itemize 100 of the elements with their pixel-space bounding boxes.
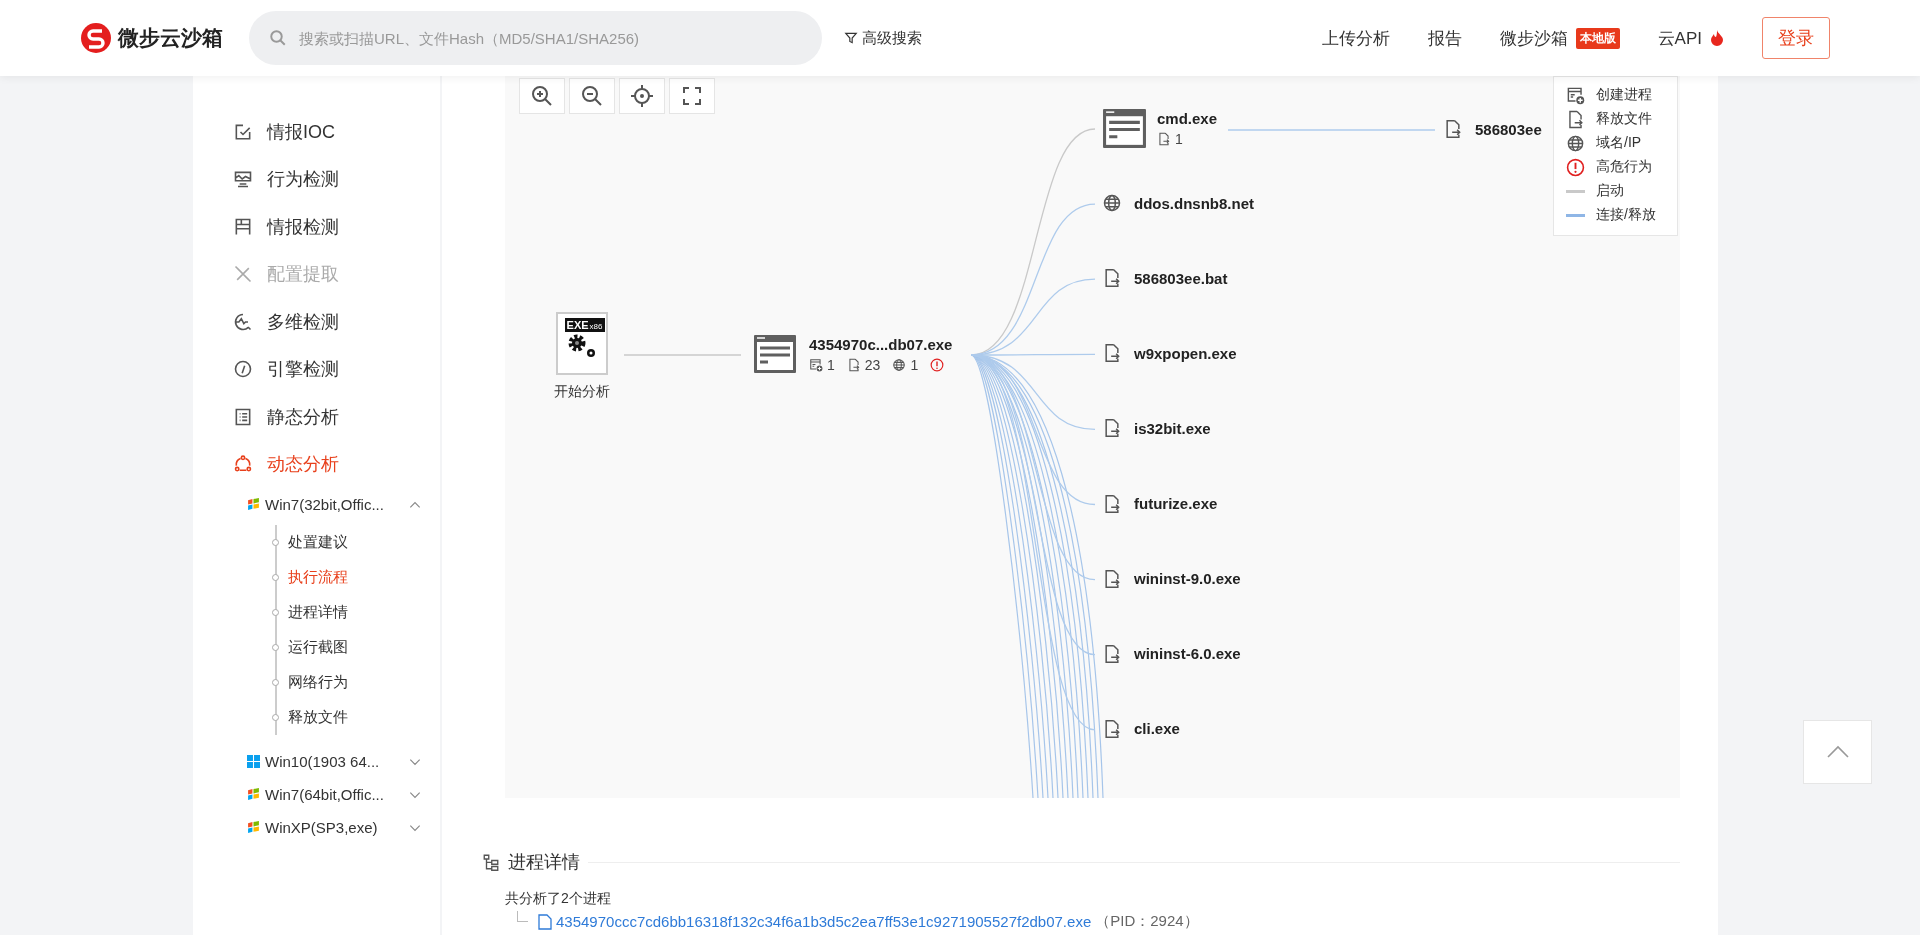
environment-label[interactable]: Win7(64bit,Offic... <box>265 786 403 803</box>
sidebar-item[interactable]: 动态分析 <box>193 440 440 488</box>
search-field[interactable]: 搜索或扫描URL、文件Hash（MD5/SHA1/SHA256) <box>249 11 822 65</box>
node-label[interactable]: cli.exe <box>1134 720 1180 738</box>
node-label[interactable]: 586803ee.bat <box>1134 269 1228 287</box>
window-icon[interactable] <box>1102 108 1147 149</box>
list-icon <box>233 406 253 427</box>
line-swatch <box>1566 189 1585 193</box>
flag-icon <box>247 788 260 801</box>
timeline-dot <box>272 609 279 616</box>
login-button[interactable]: 登录 <box>1762 17 1830 59</box>
edition-badge: 本地版 <box>1575 27 1620 49</box>
nav-link[interactable]: 报告 <box>1427 26 1462 50</box>
section-title: 进程详情 <box>508 851 580 874</box>
locate-button[interactable] <box>619 78 665 114</box>
legend-label: 连接/释放 <box>1596 206 1656 224</box>
search-chart-icon <box>233 311 253 332</box>
process-link[interactable]: 4354970ccc7cd6bb16318f132c34f6a1b3d5c2ea7ff53e1c9271905527f2db07.exe <box>556 913 1092 930</box>
fullscreen-icon <box>680 84 704 108</box>
count-label: 1 <box>827 356 835 373</box>
sidebar-item[interactable]: 静态分析 <box>193 393 440 441</box>
logo-text[interactable]: 微步云沙箱 <box>118 24 223 52</box>
sidebar-subitem[interactable]: 执行流程 <box>288 568 348 587</box>
node-label[interactable]: wininst-6.0.exe <box>1134 645 1241 663</box>
nav-link[interactable]: 上传分析 <box>1321 26 1390 50</box>
zoom-out-icon <box>580 84 604 108</box>
alert-icon <box>1566 157 1585 177</box>
count-label: 23 <box>864 356 881 373</box>
node-label[interactable]: is32bit.exe <box>1134 419 1211 437</box>
advanced-search-link[interactable]: 高级搜索 <box>844 28 922 48</box>
monitor-chart-icon <box>233 169 253 190</box>
node-label[interactable]: 4354970c...db07.exe <box>809 335 953 353</box>
globe-icon <box>1102 193 1122 214</box>
file-arrow-icon <box>1443 119 1463 139</box>
file-type-label: EXE <box>566 319 589 331</box>
filter-icon <box>844 31 858 45</box>
nav-link[interactable]: 微步沙箱 <box>1499 26 1568 50</box>
sidebar-subitem[interactable]: 处置建议 <box>288 533 348 552</box>
sidebar-subitem[interactable]: 释放文件 <box>288 708 348 727</box>
file-arrow-icon <box>1102 718 1122 739</box>
window-plus-icon <box>1566 85 1585 105</box>
timeline-dot <box>272 714 279 721</box>
pid-label: （PID：2924） <box>1095 912 1199 931</box>
node-label[interactable]: 586803ee <box>1475 120 1542 138</box>
sidebar-subitem[interactable]: 网络行为 <box>288 673 348 692</box>
node-label[interactable]: ddos.dnsnb8.net <box>1134 194 1254 212</box>
exe-document-drawing[interactable]: EXEx86 <box>555 312 608 375</box>
logo-icon[interactable] <box>80 22 112 54</box>
sidebar-subitem[interactable]: 进程详情 <box>288 603 348 622</box>
sidebar-subitem[interactable]: 运行截图 <box>288 638 348 657</box>
zoom-in-button[interactable] <box>519 78 565 114</box>
sidebar-item[interactable]: 情报检测 <box>193 203 440 251</box>
file-icon <box>538 913 552 930</box>
environment-item[interactable]: Win10(1903 64... <box>193 745 440 778</box>
sidebar-item[interactable]: 引擎检测 <box>193 345 440 393</box>
layout-icon <box>233 216 253 237</box>
gauge-icon <box>233 359 253 380</box>
zoom-out-button[interactable] <box>569 78 615 114</box>
legend-label: 启动 <box>1596 182 1624 200</box>
flag-icon <box>247 821 260 834</box>
sidebar-item[interactable]: 行为检测 <box>193 155 440 203</box>
timeline-dot <box>272 574 279 581</box>
zoom-in-icon <box>530 84 554 108</box>
legend-label: 域名/IP <box>1596 134 1642 152</box>
timeline-dot <box>272 679 279 686</box>
node-label[interactable]: w9xpopen.exe <box>1134 344 1237 362</box>
tree-icon <box>482 853 500 871</box>
globe-icon <box>892 357 907 372</box>
file-arrow-icon <box>1102 268 1122 289</box>
window-icon[interactable] <box>753 334 797 374</box>
crosshair-icon <box>630 84 654 108</box>
node-label[interactable]: wininst-9.0.exe <box>1134 570 1241 588</box>
file-arrow-icon <box>846 357 861 372</box>
environment-label[interactable]: Win7(32bit,Offic... <box>265 496 403 513</box>
file-arrow-icon <box>1102 643 1122 664</box>
environment-item[interactable]: WinXP(SP3,exe) <box>193 811 440 844</box>
environment-label[interactable]: WinXP(SP3,exe) <box>265 819 403 836</box>
environment-label[interactable]: Win10(1903 64... <box>265 753 403 770</box>
chevron-up-icon <box>1825 745 1850 759</box>
node-label[interactable]: futurize.exe <box>1134 495 1218 512</box>
advanced-search-label[interactable]: 高级搜索 <box>862 28 922 48</box>
environment-item[interactable]: Win7(32bit,Offic... <box>193 488 440 521</box>
environment-item[interactable]: Win7(64bit,Offic... <box>193 778 440 811</box>
globe-icon <box>1566 133 1585 153</box>
timeline-dot <box>272 644 279 651</box>
file-arrow-icon <box>1102 493 1122 514</box>
windows-icon <box>247 755 260 768</box>
flag-icon <box>247 498 260 511</box>
nav-link[interactable]: 云API <box>1657 26 1702 50</box>
tools-icon <box>233 264 253 285</box>
node-label[interactable]: cmd.exe <box>1157 110 1218 127</box>
node-label: 开始分析 <box>553 383 610 401</box>
count-label: 1 <box>910 356 919 373</box>
timeline-dot <box>272 539 279 546</box>
arch-label: x86 <box>589 322 603 331</box>
file-arrow-icon <box>1102 418 1122 439</box>
sidebar-item[interactable]: 情报IOC <box>193 108 440 156</box>
fullscreen-button[interactable] <box>669 78 715 114</box>
line-swatch <box>1566 213 1585 217</box>
sidebar-item[interactable]: 多维检测 <box>193 298 440 346</box>
